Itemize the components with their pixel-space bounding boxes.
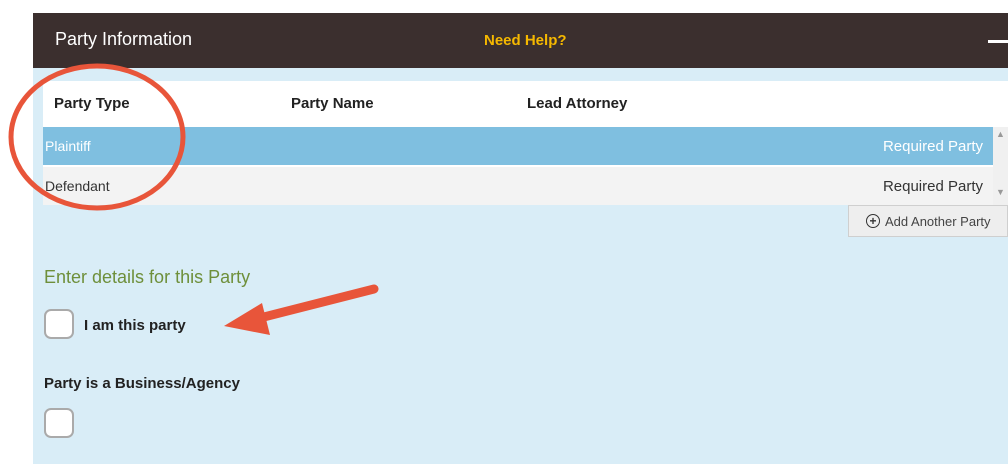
party-information-panel: Party Information Need Help? Party Type … xyxy=(33,13,1008,464)
column-header-party-type[interactable]: Party Type xyxy=(54,95,130,112)
minimize-icon[interactable] xyxy=(988,40,1008,43)
add-another-party-button[interactable]: + Add Another Party xyxy=(848,205,1008,237)
panel-header: Party Information Need Help? xyxy=(33,13,1008,68)
party-type-cell: Defendant xyxy=(45,178,110,194)
column-header-lead-attorney[interactable]: Lead Attorney xyxy=(527,95,627,112)
i-am-this-party-checkbox[interactable] xyxy=(44,309,74,339)
need-help-link[interactable]: Need Help? xyxy=(484,32,567,49)
column-header-party-name[interactable]: Party Name xyxy=(291,95,374,112)
scroll-up-arrow-icon[interactable]: ▲ xyxy=(996,129,1005,139)
add-another-party-label: Add Another Party xyxy=(885,214,991,229)
table-row-plaintiff[interactable]: Plaintiff Required Party xyxy=(43,127,993,165)
required-party-badge: Required Party xyxy=(882,138,983,155)
business-agency-checkbox[interactable] xyxy=(44,408,74,438)
panel-title: Party Information xyxy=(55,29,193,49)
table-row-defendant[interactable]: Defendant Required Party xyxy=(43,167,993,205)
scroll-down-arrow-icon[interactable]: ▼ xyxy=(996,187,1005,197)
details-section-title: Enter details for this Party xyxy=(44,267,251,287)
party-table: Party Type Party Name Lead Attorney Plai… xyxy=(43,81,1008,205)
table-scrollbar[interactable]: ▲ ▼ xyxy=(993,127,1008,205)
plus-circle-icon: + xyxy=(866,214,880,228)
i-am-this-party-label: I am this party xyxy=(84,317,186,334)
party-type-cell: Plaintiff xyxy=(45,138,91,154)
business-agency-label: Party is a Business/Agency xyxy=(44,375,240,392)
required-party-badge: Required Party xyxy=(882,178,983,195)
